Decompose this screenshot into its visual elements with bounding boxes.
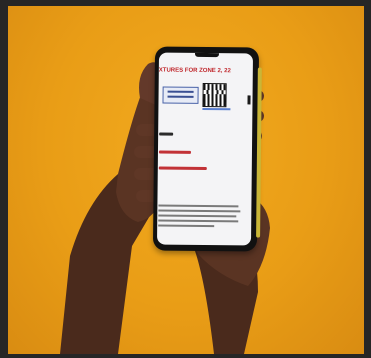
document-title: XTURES FOR ZONE 2, 22: [158, 67, 231, 75]
red-heading-line-2: [158, 166, 207, 171]
certificate-logo: [162, 86, 199, 104]
qr-side-mark: [247, 95, 251, 105]
body-paragraph: [158, 204, 241, 231]
heading-line: [159, 132, 174, 136]
phone-notch: [194, 52, 220, 58]
phone-screen: XTURES FOR ZONE 2, 22: [156, 52, 254, 246]
photo: XTURES FOR ZONE 2, 22: [8, 6, 364, 354]
qr-caption-line: [202, 107, 231, 111]
smartphone: XTURES FOR ZONE 2, 22: [152, 46, 262, 252]
image-frame: XTURES FOR ZONE 2, 22: [0, 0, 371, 358]
red-heading-line-1: [158, 150, 191, 154]
qr-code-icon: [202, 82, 227, 108]
